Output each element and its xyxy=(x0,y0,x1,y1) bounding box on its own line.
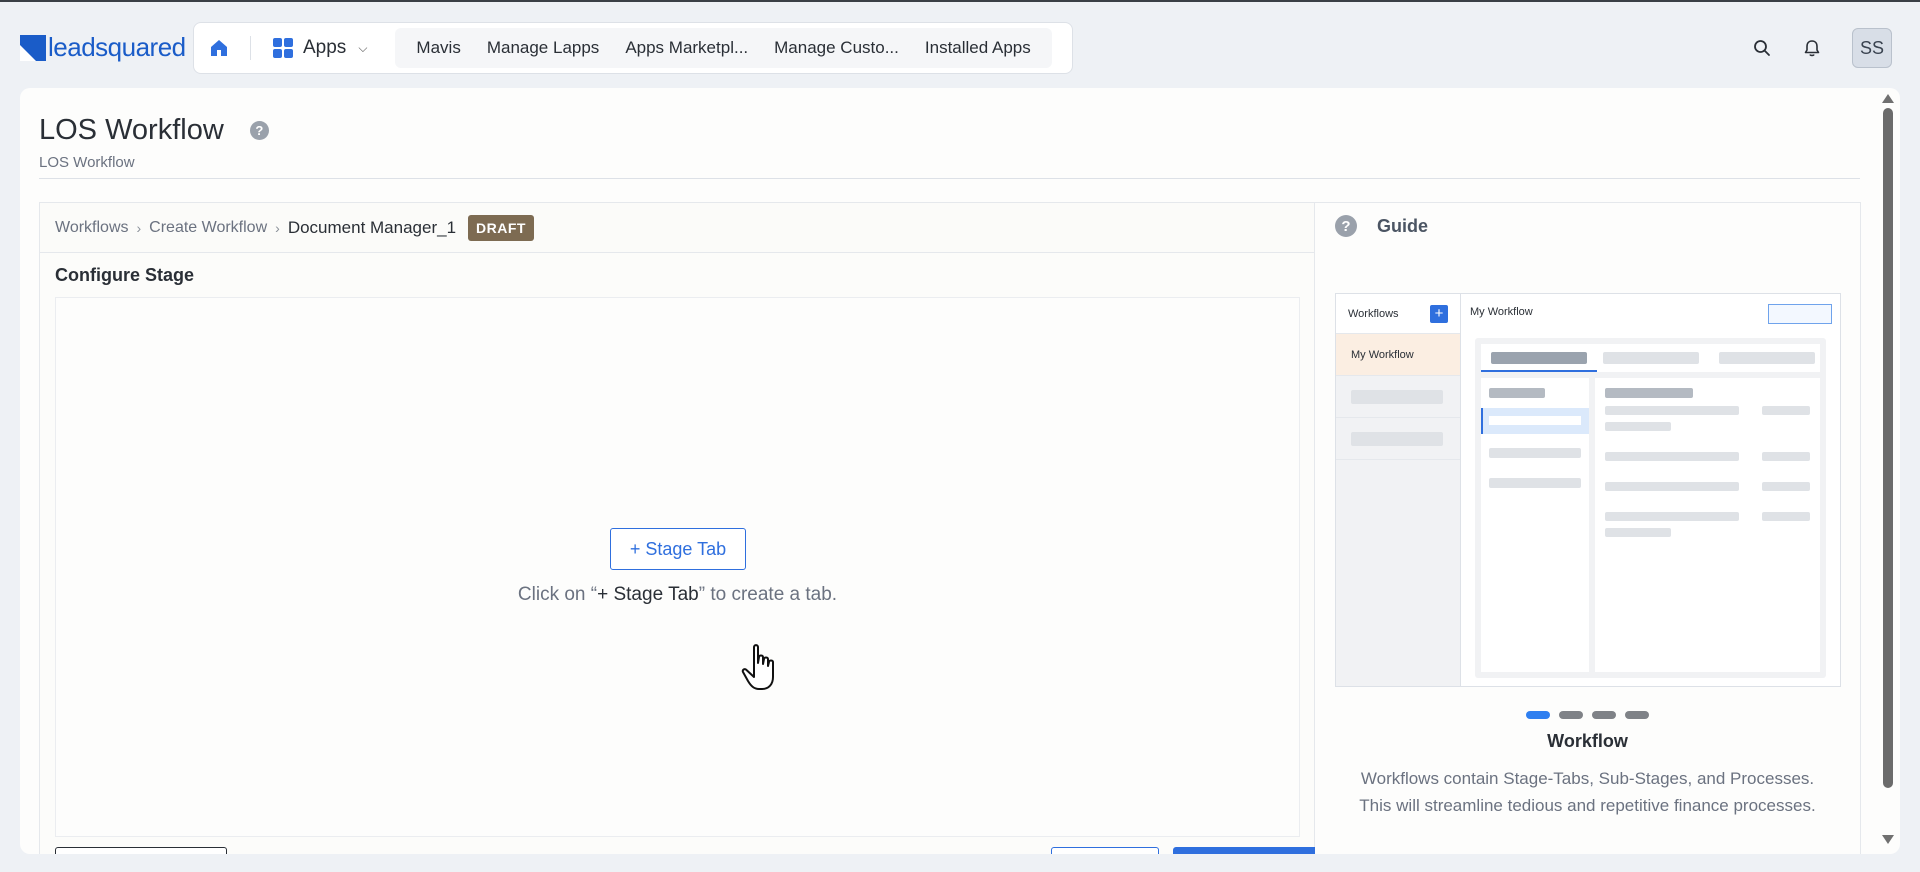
preview-selected-item: My Workflow xyxy=(1336,334,1460,376)
nav-tab-installed-apps[interactable]: Installed Apps xyxy=(912,38,1044,58)
configure-stage-title: Configure Stage xyxy=(55,265,195,285)
page-title: LOS Workflow xyxy=(39,114,224,146)
footer-secondary-button[interactable] xyxy=(55,847,227,854)
carousel-dot-3[interactable] xyxy=(1592,711,1616,719)
bell-icon xyxy=(1804,40,1820,57)
preview-main: My Workflow xyxy=(1461,294,1840,686)
status-badge: DRAFT xyxy=(468,214,534,241)
carousel-dot-4[interactable] xyxy=(1625,711,1649,719)
logo-mark-icon xyxy=(20,34,46,61)
nav-tab-manage-custom[interactable]: Manage Custo... xyxy=(761,38,912,58)
carousel-dot-1[interactable] xyxy=(1526,711,1550,719)
plus-icon: + xyxy=(1430,304,1448,323)
apps-label: Apps xyxy=(303,37,347,58)
chevron-right-icon: › xyxy=(275,219,280,236)
chevron-right-icon: › xyxy=(136,219,142,236)
preview-main-title: My Workflow xyxy=(1470,306,1533,318)
guide-panel: ? Guide Workflows + My Workflow My Workf… xyxy=(1315,202,1861,854)
preview-sidebar-header: Workflows + xyxy=(1336,294,1460,334)
preview-placeholder-row xyxy=(1336,376,1460,418)
home-icon xyxy=(211,40,227,56)
help-icon[interactable]: ? xyxy=(1335,215,1357,237)
carousel-indicators xyxy=(1315,711,1860,719)
leadsquared-logo[interactable]: leadsquared xyxy=(20,32,186,63)
logo-text: leadsquared xyxy=(48,32,186,62)
guide-slide-description: Workflows contain Stage-Tabs, Sub-Stages… xyxy=(1359,769,1816,815)
carousel-dot-2[interactable] xyxy=(1559,711,1583,719)
add-stage-tab-button[interactable]: + Stage Tab xyxy=(610,528,746,570)
preview-process-list xyxy=(1595,378,1820,672)
page-scrollbar[interactable] xyxy=(1882,94,1894,844)
page-subtitle: LOS Workflow xyxy=(39,154,135,171)
empty-state-hint: Click on “+ Stage Tab” to create a tab. xyxy=(56,584,1299,606)
guide-title: Guide xyxy=(1377,215,1429,236)
hint-prefix: Click on “ xyxy=(517,584,598,605)
preview-sidebar-title: Workflows xyxy=(1348,307,1399,320)
preview-tabs xyxy=(1481,344,1820,372)
page-header: LOS Workflow ? xyxy=(39,114,269,147)
breadcrumb-workflows[interactable]: Workflows xyxy=(55,219,129,237)
footer-primary-button[interactable] xyxy=(1173,847,1319,854)
preview-placeholder-row xyxy=(1336,418,1460,460)
nav-divider xyxy=(250,36,251,60)
stage-canvas: + Stage Tab Click on “+ Stage Tab” to cr… xyxy=(55,297,1300,837)
preview-body xyxy=(1475,338,1826,678)
header-actions: SS xyxy=(1752,28,1892,68)
nav-tab-apps-marketplace[interactable]: Apps Marketpl... xyxy=(612,38,761,58)
breadcrumb-current: Document Manager_1 xyxy=(287,217,457,237)
guide-preview-illustration: Workflows + My Workflow My Workflow xyxy=(1335,293,1841,687)
top-navigation-bar: leadsquared Apps ⌵ Mavis Manage Lapps Ap… xyxy=(0,2,1920,94)
user-avatar[interactable]: SS xyxy=(1852,28,1892,68)
scroll-down-arrow-icon[interactable] xyxy=(1882,835,1894,844)
apps-grid-icon xyxy=(273,38,293,58)
app-navigation: Apps ⌵ Mavis Manage Lapps Apps Marketpl.… xyxy=(193,22,1073,74)
breadcrumb: Workflows › Create Workflow › Document M… xyxy=(40,203,1314,253)
hand-pointer-icon xyxy=(740,643,780,698)
preview-sidebar: Workflows + My Workflow xyxy=(1336,294,1461,686)
help-icon[interactable]: ? xyxy=(249,121,269,140)
preview-substage-list xyxy=(1481,378,1589,672)
scroll-thumb[interactable] xyxy=(1883,108,1893,788)
home-button[interactable] xyxy=(194,23,244,73)
breadcrumb-create-workflow[interactable]: Create Workflow xyxy=(149,219,267,237)
footer-outline-button[interactable] xyxy=(1051,847,1159,854)
guide-slide-title: Workflow xyxy=(1547,731,1628,751)
scroll-up-arrow-icon[interactable] xyxy=(1882,94,1894,103)
search-icon xyxy=(1754,40,1770,56)
notifications-button[interactable] xyxy=(1802,38,1822,58)
main-content-card: LOS Workflow ? LOS Workflow Workflows › … xyxy=(20,88,1900,854)
header-divider xyxy=(39,178,1860,179)
chevron-down-icon: ⌵ xyxy=(358,40,368,55)
hint-emphasis: + Stage Tab xyxy=(597,584,699,605)
nav-tabs: Mavis Manage Lapps Apps Marketpl... Mana… xyxy=(395,28,1052,68)
nav-tab-manage-lapps[interactable]: Manage Lapps xyxy=(474,38,612,58)
workflow-editor-panel: Workflows › Create Workflow › Document M… xyxy=(39,202,1319,854)
apps-dropdown[interactable]: Apps ⌵ xyxy=(263,28,377,68)
guide-header: ? Guide xyxy=(1335,215,1428,237)
preview-button-placeholder xyxy=(1768,304,1832,324)
hint-suffix: ” to create a tab. xyxy=(698,584,838,605)
nav-tab-mavis[interactable]: Mavis xyxy=(403,38,473,58)
search-button[interactable] xyxy=(1752,38,1772,58)
